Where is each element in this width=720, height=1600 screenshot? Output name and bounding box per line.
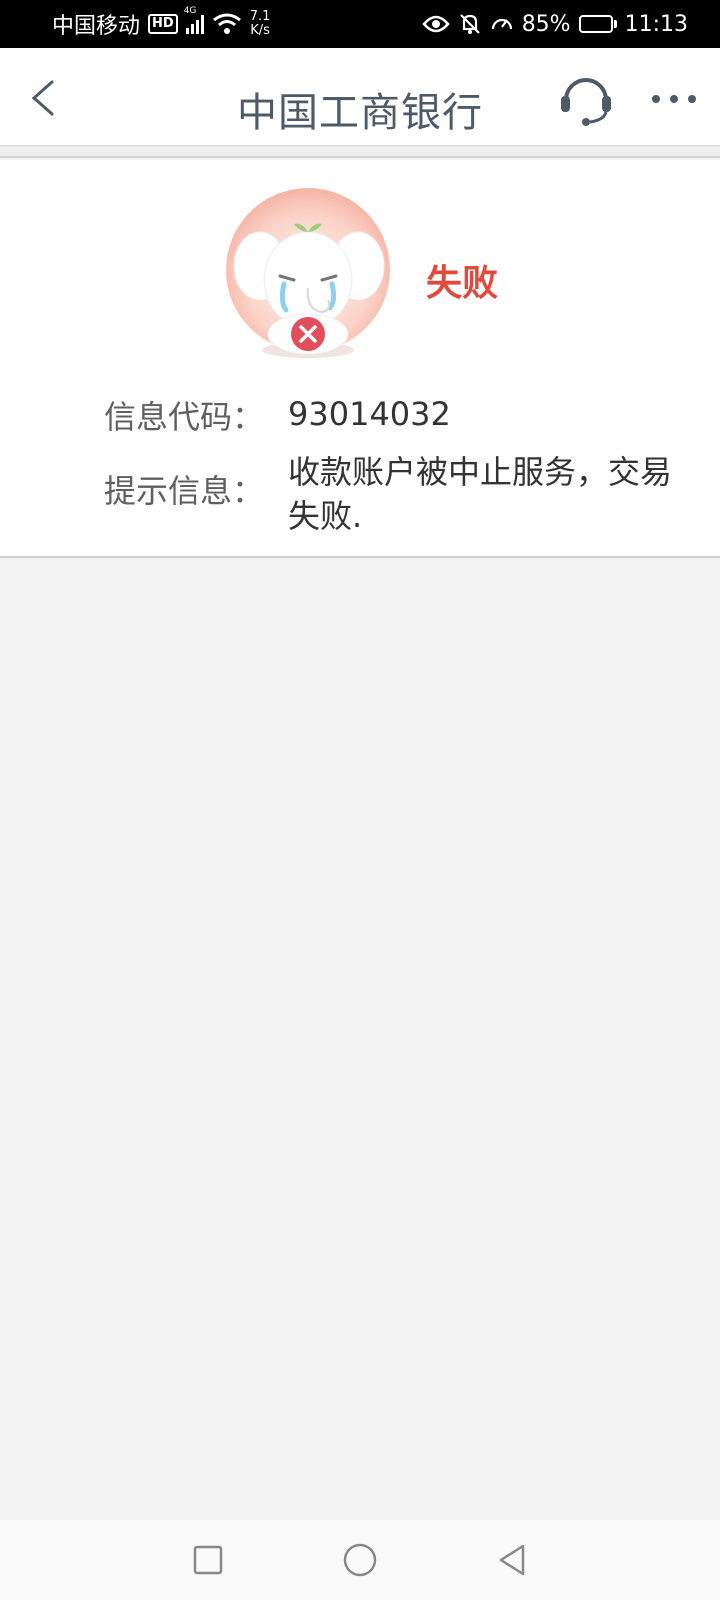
network-speed-value: 7.1 — [249, 9, 271, 24]
cell-signal-icon: 4G — [184, 6, 204, 34]
more-icon — [652, 95, 696, 103]
system-back-button[interactable] — [488, 1536, 536, 1584]
hd-badge: HD — [148, 14, 178, 34]
more-button[interactable] — [648, 82, 700, 116]
headset-icon — [561, 78, 611, 126]
customer-service-button[interactable] — [558, 72, 614, 128]
section-divider — [0, 146, 720, 158]
info-code-value: 93014032 — [288, 395, 451, 433]
wifi-icon — [212, 13, 241, 34]
speedometer-icon — [491, 18, 512, 30]
result-status-label: 失败 — [426, 263, 499, 304]
recent-apps-button[interactable] — [184, 1536, 232, 1584]
network-type: 4G — [183, 6, 197, 16]
system-navigation-bar — [0, 1520, 720, 1600]
status-bar: 中国移动 HD 4G 7.1 K/s 85% 11:13 — [0, 0, 720, 48]
info-message-value: 收款账户被中止服务，交易失败. — [288, 453, 673, 535]
status-bar-right: 85% 11:13 — [422, 12, 688, 37]
carrier-name: 中国移动 — [52, 14, 141, 39]
screen: 中国移动 HD 4G 7.1 K/s 85% 11:13 中国工商银行 失败 信… — [0, 0, 720, 1600]
crying-elephant-mascot-icon — [226, 188, 390, 358]
battery-percent: 85% — [521, 11, 571, 37]
battery-icon — [578, 15, 617, 33]
network-speed: 7.1 K/s — [250, 10, 271, 38]
info-message-label: 提示信息： — [104, 472, 265, 510]
info-code-label: 信息代码： — [104, 398, 265, 436]
home-button[interactable] — [336, 1536, 384, 1584]
bell-muted-icon — [459, 14, 480, 34]
status-bar-left: 中国移动 HD 4G 7.1 K/s — [52, 6, 271, 40]
eye-icon — [422, 15, 450, 33]
app-header: 中国工商银行 — [0, 48, 720, 146]
transaction-result-card: 失败 信息代码： 93014032 提示信息： 收款账户被中止服务，交易失败. — [0, 160, 720, 558]
home-icon — [343, 1543, 377, 1577]
recent-apps-icon — [193, 1545, 223, 1575]
network-speed-unit: K/s — [250, 23, 270, 38]
back-nav-icon — [499, 1544, 525, 1576]
clock: 11:13 — [624, 11, 688, 37]
